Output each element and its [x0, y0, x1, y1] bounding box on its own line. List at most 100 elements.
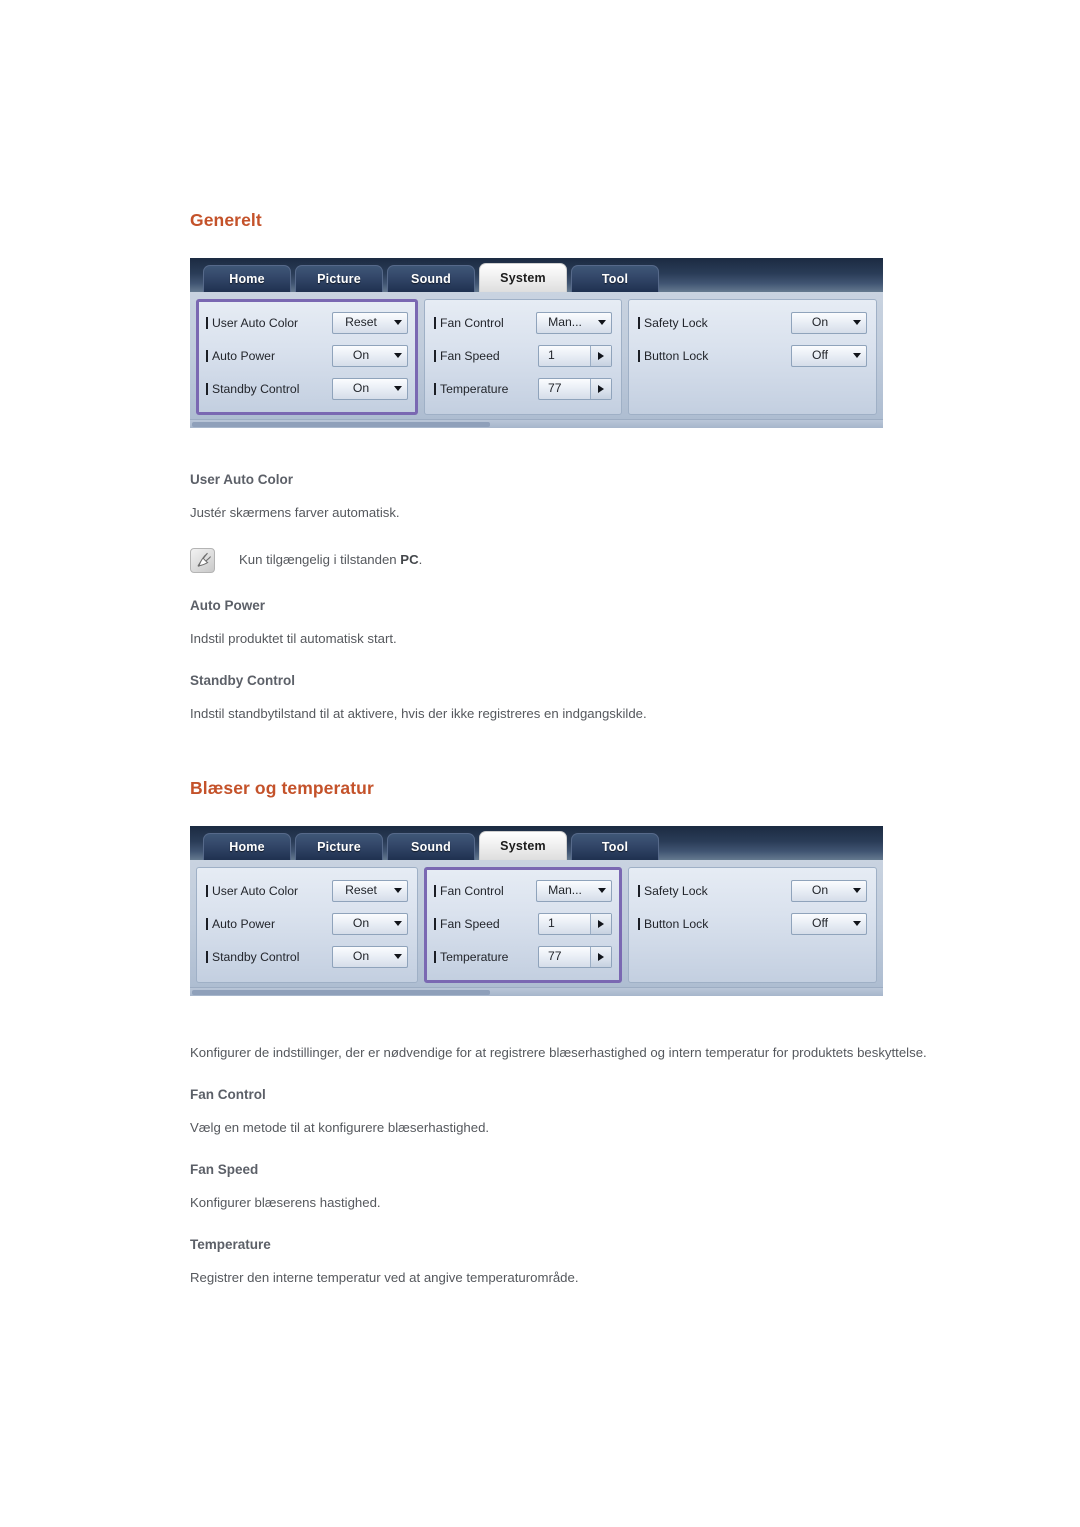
bullet-icon [434, 349, 436, 362]
chevron-down-icon [389, 379, 407, 399]
osd-label-user-auto-color-text: User Auto Color [212, 315, 299, 330]
chevron-right-icon[interactable] [590, 946, 611, 967]
osd-row-temperature-2[interactable]: Temperature 77 [434, 943, 612, 970]
osd-row-safety-lock[interactable]: Safety Lock On [638, 309, 867, 336]
osd-label-button-lock: Button Lock [638, 349, 791, 363]
osd-tab-system[interactable]: System [479, 263, 567, 292]
osd-dropdown-button-lock-2[interactable]: Off [791, 912, 867, 935]
osd-label-safety-lock-2-text: Safety Lock [644, 883, 708, 898]
osd-label-fan-speed-2: Fan Speed [434, 917, 538, 931]
osd-tab-system-2[interactable]: System [479, 831, 567, 860]
osd-tab-picture-2[interactable]: Picture [295, 833, 383, 860]
osd-tab-tool-2[interactable]: Tool [571, 833, 659, 860]
osd-label-user-auto-color: User Auto Color [206, 316, 332, 330]
osd-row-fan-control-2[interactable]: Fan Control Man... [434, 877, 612, 904]
osd-panel-general: User Auto Color Reset Auto Power On Stan… [196, 299, 418, 415]
osd-tab-home-2[interactable]: Home [203, 833, 291, 860]
osd-dropdown-standby-control-2[interactable]: On [332, 945, 408, 968]
note-text-after: . [418, 552, 423, 567]
bullet-icon [206, 349, 208, 362]
osd-row-safety-lock-2[interactable]: Safety Lock On [638, 877, 867, 904]
osd-dropdown-safety-lock[interactable]: On [791, 311, 867, 334]
body-standby-control: Indstil standbytilstand til at aktivere,… [190, 706, 647, 721]
osd-dropdown-user-auto-color-value: Reset [345, 315, 377, 329]
osd-dropdown-safety-lock-2[interactable]: On [791, 879, 867, 902]
chevron-right-icon[interactable] [590, 345, 611, 366]
osd-row-fan-speed-2[interactable]: Fan Speed 1 [434, 910, 612, 937]
osd-dropdown-standby-control-value: On [352, 381, 370, 395]
osd-label-auto-power-text: Auto Power [212, 348, 276, 363]
osd-spinner-temperature[interactable]: 77 [538, 377, 612, 400]
section-heading-generelt: Generelt [190, 210, 262, 230]
bullet-icon [206, 382, 208, 395]
note-text-emphasis: PC [400, 552, 419, 567]
osd-label-standby-control-2: Standby Control [206, 950, 332, 964]
osd-label-standby-control-text: Standby Control [212, 381, 300, 396]
osd-label-temperature-2-text: Temperature [440, 949, 509, 964]
subheading-user-auto-color: User Auto Color [190, 472, 294, 487]
bullet-icon [434, 950, 436, 963]
bullet-icon [638, 316, 640, 329]
body-fan-intro: Konfigurer de indstillinger, der er nødv… [190, 1045, 927, 1060]
osd-panel-fan: Fan Control Man... Fan Speed 1 Temperatu… [424, 299, 622, 415]
osd-row-button-lock-2[interactable]: Button Lock Off [638, 910, 867, 937]
osd-label-user-auto-color-2: User Auto Color [206, 884, 332, 898]
osd-label-auto-power-2: Auto Power [206, 917, 332, 931]
osd-row-standby-control[interactable]: Standby Control On [206, 375, 408, 402]
osd-dropdown-user-auto-color[interactable]: Reset [332, 311, 408, 334]
osd-dropdown-safety-lock-value: On [811, 315, 829, 329]
osd-dropdown-auto-power[interactable]: On [332, 344, 408, 367]
osd-label-standby-control-2-text: Standby Control [212, 949, 300, 964]
osd-scrollbar-thumb[interactable] [192, 422, 490, 427]
chevron-down-icon [848, 313, 866, 333]
osd-spinner-temperature-2-value: 77 [548, 949, 562, 963]
osd-panel-fan-2: Fan Control Man... Fan Speed 1 Temperatu… [424, 867, 622, 983]
osd-row-temperature[interactable]: Temperature 77 [434, 375, 612, 402]
osd-row-user-auto-color[interactable]: User Auto Color Reset [206, 309, 408, 336]
osd-tab-tool[interactable]: Tool [571, 265, 659, 292]
bullet-icon [206, 950, 208, 963]
osd-dropdown-auto-power-2[interactable]: On [332, 912, 408, 935]
body-fan-speed: Konfigurer blæserens hastighed. [190, 1195, 381, 1210]
osd-tab-sound[interactable]: Sound [387, 265, 475, 292]
osd-scrollbar[interactable] [190, 419, 883, 428]
osd-label-button-lock-2-text: Button Lock [644, 916, 709, 931]
osd-panel-general-2: User Auto Color Reset Auto Power On Stan… [196, 867, 418, 983]
bullet-icon [638, 349, 640, 362]
note-text-before: Kun tilgængelig i tilstanden [239, 552, 401, 567]
osd-row-button-lock[interactable]: Button Lock Off [638, 342, 867, 369]
osd-label-temperature: Temperature [434, 382, 538, 396]
osd-row-empty [638, 375, 867, 402]
subheading-temperature: Temperature [190, 1237, 271, 1252]
osd-dropdown-standby-control[interactable]: On [332, 377, 408, 400]
osd-tab-bar-2: Home Picture Sound System Tool [190, 826, 883, 860]
osd-spinner-fan-speed-2[interactable]: 1 [538, 912, 612, 935]
osd-row-fan-control[interactable]: Fan Control Man... [434, 309, 612, 336]
osd-tab-picture[interactable]: Picture [295, 265, 383, 292]
osd-scrollbar-2[interactable] [190, 987, 883, 996]
chevron-right-icon[interactable] [590, 378, 611, 399]
osd-dropdown-button-lock-2-value: Off [811, 916, 829, 930]
subheading-fan-speed: Fan Speed [190, 1162, 259, 1177]
osd-row-user-auto-color-2[interactable]: User Auto Color Reset [206, 877, 408, 904]
osd-row-fan-speed[interactable]: Fan Speed 1 [434, 342, 612, 369]
osd-row-standby-control-2[interactable]: Standby Control On [206, 943, 408, 970]
osd-label-user-auto-color-2-text: User Auto Color [212, 883, 299, 898]
osd-dropdown-user-auto-color-2[interactable]: Reset [332, 879, 408, 902]
osd-tab-home[interactable]: Home [203, 265, 291, 292]
osd-row-auto-power[interactable]: Auto Power On [206, 342, 408, 369]
osd-dropdown-button-lock-value: Off [811, 348, 829, 362]
chevron-right-icon[interactable] [590, 913, 611, 934]
osd-spinner-temperature-2[interactable]: 77 [538, 945, 612, 968]
osd-dropdown-button-lock[interactable]: Off [791, 344, 867, 367]
chevron-down-icon [389, 914, 407, 934]
osd-dropdown-fan-control-2[interactable]: Man... [536, 879, 612, 902]
osd-dropdown-fan-control[interactable]: Man... [536, 311, 612, 334]
bullet-icon [638, 884, 640, 897]
osd-row-auto-power-2[interactable]: Auto Power On [206, 910, 408, 937]
osd-spinner-fan-speed[interactable]: 1 [538, 344, 612, 367]
osd-label-fan-control-2-text: Fan Control [440, 883, 504, 898]
osd-dropdown-fan-control-value: Man... [548, 315, 582, 329]
osd-scrollbar-thumb-2[interactable] [192, 990, 490, 995]
osd-tab-sound-2[interactable]: Sound [387, 833, 475, 860]
